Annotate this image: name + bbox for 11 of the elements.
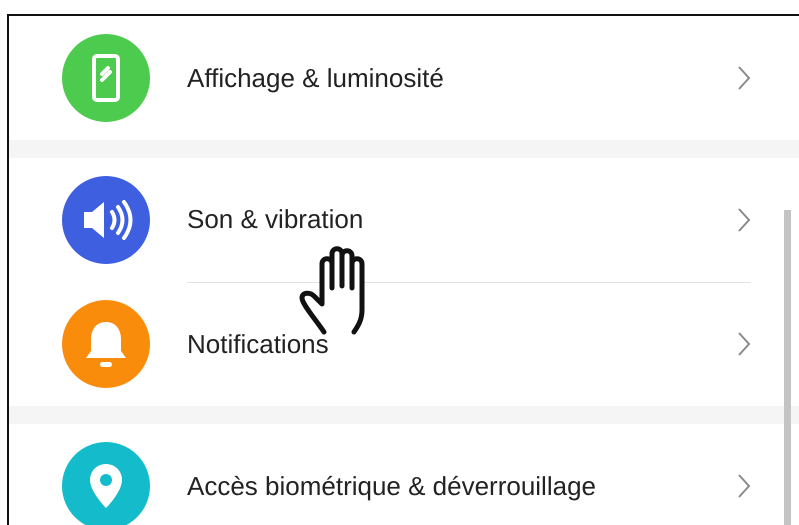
item-label: Son & vibration — [187, 204, 364, 235]
chevron-right-icon — [737, 206, 751, 232]
chevron-right-icon — [737, 65, 751, 91]
item-label: Accès biométrique & déverrouillage — [187, 470, 596, 502]
item-label: Notifications — [187, 328, 329, 360]
scrollbar[interactable] — [784, 210, 791, 525]
chevron-right-icon — [737, 473, 751, 499]
item-label: Affichage & luminosité — [187, 62, 444, 94]
chevron-right-icon — [737, 331, 751, 357]
settings-item[interactable]: Affichage & luminosité — [9, 16, 799, 140]
settings-item[interactable]: Accès biométrique & déverrouillage — [9, 424, 799, 525]
